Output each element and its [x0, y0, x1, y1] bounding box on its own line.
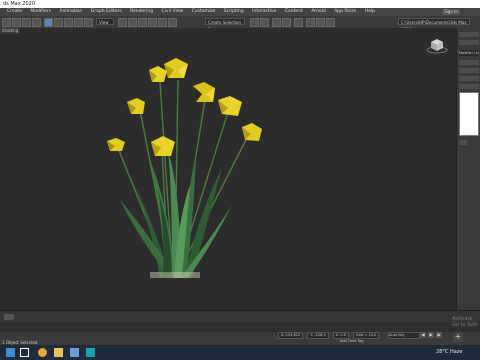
chrome-icon[interactable] [38, 348, 47, 357]
pivot-icon[interactable] [118, 18, 127, 27]
modifier-button[interactable] [459, 68, 479, 73]
curve-editor-icon[interactable] [272, 18, 281, 27]
menu-customize[interactable]: Customize [192, 8, 216, 16]
scale-icon[interactable] [84, 18, 93, 27]
render-production-icon[interactable] [326, 18, 335, 27]
sign-in-button[interactable]: Sign In [442, 9, 460, 15]
menu-arnold[interactable]: Arnold [311, 8, 326, 16]
menu-scripting[interactable]: Scripting [224, 8, 244, 16]
y-coordinate-field[interactable]: Y: -226.3 [307, 332, 329, 339]
flower-head [242, 123, 262, 141]
prev-frame-icon[interactable]: ◀ [420, 332, 426, 338]
render-setup-icon[interactable] [306, 18, 315, 27]
app-icon[interactable] [70, 348, 79, 357]
flower-head [127, 98, 145, 114]
next-frame-icon[interactable]: ▶ [436, 332, 442, 338]
add-key-icon[interactable]: + [453, 332, 463, 342]
menu-modifiers[interactable]: Modifiers [30, 8, 51, 16]
auto-key-button[interactable]: Auto Key [388, 332, 420, 339]
redo-icon[interactable] [12, 18, 21, 27]
flower-model[interactable] [100, 58, 280, 314]
windows-activation-watermark: Activate Go to Sett [452, 316, 477, 328]
edit-named-selection-icon[interactable] [168, 18, 177, 27]
command-panel: Modifier List [456, 28, 480, 310]
flower-head [218, 96, 242, 116]
viewport-label[interactable]: Shading [0, 28, 21, 34]
play-icon[interactable]: ▶ [428, 332, 434, 338]
modifier-stack[interactable] [459, 92, 479, 136]
menu-rendering[interactable]: Rendering [130, 8, 153, 16]
select-by-name-icon[interactable] [54, 18, 63, 27]
menu-app-store[interactable]: App Store [334, 8, 356, 16]
object-name-field[interactable] [459, 40, 479, 45]
add-time-tag[interactable]: Add Time Tag [340, 339, 364, 343]
percent-snap-icon[interactable] [148, 18, 157, 27]
modifier-list-dropdown[interactable]: Modifier List [459, 50, 479, 56]
z-coordinate-field[interactable]: Z: 0.0 [332, 332, 349, 339]
file-explorer-icon[interactable] [54, 348, 63, 357]
menu-animation[interactable]: Animation [59, 8, 82, 16]
weather-widget[interactable]: 28°C Haze [436, 348, 462, 357]
flower-head [164, 58, 188, 78]
menu-bar: Create Modifiers Animation Graph Editors… [0, 8, 480, 16]
move-icon[interactable] [64, 18, 73, 27]
start-icon[interactable] [6, 348, 15, 357]
coordinate-fields: X: 153.822 Y: -226.3 Z: 0.0 Grid = 10.0 [278, 332, 382, 339]
menu-create[interactable]: Create [7, 8, 22, 16]
named-selection-set-dropdown[interactable]: Create Selection Se [205, 18, 245, 32]
viewcube-icon[interactable] [426, 34, 448, 56]
unlink-icon[interactable] [32, 18, 41, 27]
title-bar: ds Max 2020 [0, 0, 480, 8]
schematic-view-icon[interactable] [282, 18, 291, 27]
x-coordinate-field[interactable]: X: 153.822 [278, 332, 304, 339]
menu-graph-editors[interactable]: Graph Editors [91, 8, 122, 16]
time-slider-thumb[interactable] [4, 314, 14, 320]
select-object-icon[interactable] [44, 18, 53, 27]
menu-help[interactable]: Help [365, 8, 375, 16]
align-icon[interactable] [260, 18, 269, 27]
perspective-viewport[interactable]: Shading [0, 28, 456, 310]
flower-head [193, 82, 215, 102]
render-frame-icon[interactable] [316, 18, 325, 27]
flower-head [151, 136, 175, 156]
reference-coordinate-dropdown[interactable]: View [96, 18, 114, 25]
snap-icon[interactable] [128, 18, 137, 27]
3dsmax-taskbar-icon[interactable] [86, 348, 95, 357]
flower-head [107, 138, 125, 151]
project-folder-path[interactable]: C:\Users\HP\Documents\3ds Max 2020\ [398, 18, 470, 32]
flower-head [149, 66, 167, 82]
menu-interactive[interactable]: Interactive [252, 8, 276, 16]
grid-size: Grid = 10.0 [353, 332, 380, 339]
modifier-button[interactable] [459, 76, 479, 81]
menu-content[interactable]: Content [285, 8, 303, 16]
spinner-snap-icon[interactable] [158, 18, 167, 27]
link-icon[interactable] [22, 18, 31, 27]
status-bar: 1 Object Selected X: 153.822 Y: -226.3 Z… [0, 332, 480, 345]
window-title: ds Max 2020 [3, 1, 36, 7]
pin-stack-icon[interactable] [459, 140, 467, 145]
track-bar[interactable] [0, 322, 480, 332]
material-editor-icon[interactable] [294, 18, 303, 27]
modifier-button[interactable] [459, 60, 479, 65]
menu-civil-view[interactable]: Civil View [162, 8, 184, 16]
create-tab-icon[interactable] [459, 32, 479, 37]
search-icon[interactable] [20, 348, 29, 357]
windows-taskbar: 28°C Haze [0, 345, 480, 360]
modifier-button[interactable] [459, 84, 479, 89]
rotate-icon[interactable] [74, 18, 83, 27]
angle-snap-icon[interactable] [138, 18, 147, 27]
undo-icon[interactable] [2, 18, 11, 27]
flower-heads [107, 58, 262, 156]
mirror-icon[interactable] [250, 18, 259, 27]
watermark-line-2: Go to Sett [452, 322, 478, 328]
